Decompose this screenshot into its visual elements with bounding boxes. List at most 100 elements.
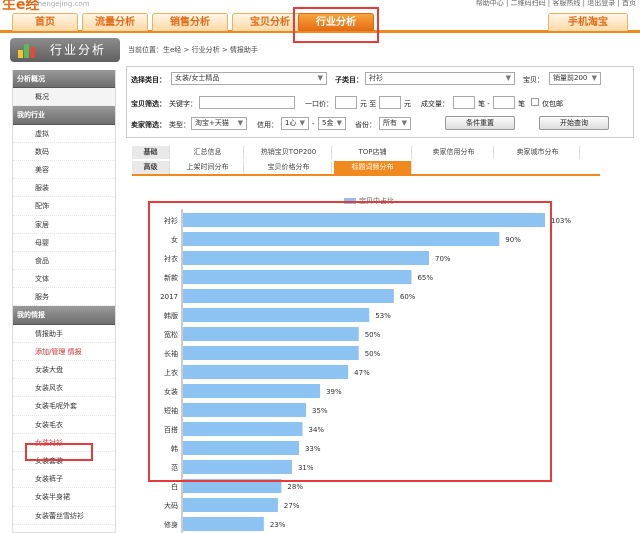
data-label: 31% xyxy=(298,464,314,472)
category-label: 2017 xyxy=(160,293,178,301)
bar[interactable] xyxy=(183,365,349,379)
subtab-basic-header: 基础 xyxy=(132,146,170,159)
sidebar-item-16[interactable]: 女装大盘 xyxy=(13,361,115,380)
subtab-seller-credit[interactable]: 卖家信用分布 xyxy=(414,146,494,159)
bar[interactable] xyxy=(183,213,545,227)
bar[interactable] xyxy=(183,308,370,322)
sidebar-item-9[interactable]: 母婴 xyxy=(13,234,115,252)
chevron-down-icon: ▼ xyxy=(336,119,342,127)
category-label: 女 xyxy=(171,235,178,244)
type-label: 类型： xyxy=(169,121,190,129)
sidebar-item-2[interactable]: 我的行业 xyxy=(13,106,115,125)
credit-from-select[interactable]: 1心 ▼ xyxy=(281,117,309,130)
category-label: 韩版 xyxy=(164,311,178,320)
bar[interactable] xyxy=(183,346,359,360)
bar[interactable] xyxy=(183,289,394,303)
query-button[interactable]: 开始查询 xyxy=(539,116,609,130)
subtab-listing-time[interactable]: 上架时间分布 xyxy=(172,161,244,174)
sidebar-item-10[interactable]: 食品 xyxy=(13,252,115,271)
bar[interactable] xyxy=(183,498,278,512)
bar[interactable] xyxy=(183,441,299,455)
bar-chart-icon xyxy=(18,42,36,58)
tab-traffic-analysis[interactable]: 流量分析 xyxy=(82,13,148,31)
bar[interactable] xyxy=(183,251,430,265)
sidebar-item-23[interactable]: 女装半身裙 xyxy=(13,488,115,507)
subtab-seller-city[interactable]: 卖家城市分布 xyxy=(496,146,580,159)
sidebar-item-17[interactable]: 女装风衣 xyxy=(13,379,115,398)
credit-to-value: 5金 xyxy=(322,119,334,127)
subcategory-select[interactable]: 衬衫 ▼ xyxy=(365,72,515,85)
reset-button[interactable]: 条件重置 xyxy=(445,116,515,130)
subcategory-select-value: 衬衫 xyxy=(369,74,383,82)
data-label: 53% xyxy=(375,312,391,320)
subtab-price-distribution[interactable]: 宝贝价格分布 xyxy=(246,161,332,174)
volume-min-input[interactable] xyxy=(453,96,475,109)
sidebar-item-5[interactable]: 美容 xyxy=(13,161,115,180)
bar[interactable] xyxy=(183,460,292,474)
tab-mobile-taobao[interactable]: 手机淘宝 xyxy=(548,13,628,31)
sidebar-item-6[interactable]: 服装 xyxy=(13,179,115,198)
top-links[interactable]: 帮助中心 | 二维码扫码 | 客服热线 | 退出登录 | 首页 xyxy=(476,0,636,8)
category-select[interactable]: 女装/女士精品 ▼ xyxy=(171,72,327,85)
sidebar-item-20[interactable]: 女装衬衫 xyxy=(13,434,115,452)
sidebar-item-13[interactable]: 我的情报 xyxy=(13,306,115,325)
subtab-summary[interactable]: 汇总信息 xyxy=(172,146,244,159)
tab-sales-analysis[interactable]: 销售分析 xyxy=(152,13,228,31)
sidebar-item-15[interactable]: 添加/管理 情报 xyxy=(13,343,115,361)
sidebar-item-19[interactable]: 女装毛衣 xyxy=(13,416,115,434)
postage-checkbox[interactable] xyxy=(531,98,539,106)
credit-to-select[interactable]: 5金 ▼ xyxy=(318,117,346,130)
main-tab-bar: 首页 流量分析 销售分析 宝贝分析 行业分析 手机淘宝 xyxy=(0,11,640,33)
header: 生e经 shengejing.com 帮助中心 | 二维码扫码 | 客服热线 |… xyxy=(0,0,640,36)
filter-panel: 选择类目： 女装/女士精品 ▼ 子类目： 衬衫 ▼ 宝贝： 销量前200 ▼ 宝贝筛选… xyxy=(126,66,634,138)
data-label: 35% xyxy=(312,407,328,415)
bar[interactable] xyxy=(183,384,321,398)
subtab-top200-items[interactable]: 热销宝贝TOP200 xyxy=(246,146,332,159)
bar[interactable] xyxy=(183,479,282,493)
volume-max-input[interactable] xyxy=(493,96,515,109)
data-label: 33% xyxy=(305,445,321,453)
sidebar-item-14[interactable]: 情报助手 xyxy=(13,325,115,343)
tab-home[interactable]: 首页 xyxy=(12,13,78,31)
sidebar-item-7[interactable]: 配饰 xyxy=(13,197,115,216)
sidebar: 分析概况 概况 我的行业 虚拟 数码 美容 服装 配饰 家居 母婴 食品 文体 服务 我的情报 情报助手 添加… xyxy=(12,70,116,533)
bar[interactable] xyxy=(183,422,303,436)
data-label: 34% xyxy=(308,426,324,434)
bar[interactable] xyxy=(183,327,359,341)
sidebar-item-4[interactable]: 数码 xyxy=(13,143,115,161)
sidebar-item-3[interactable]: 虚拟 xyxy=(13,125,115,143)
bar[interactable] xyxy=(183,403,307,417)
credit-from-value: 1心 xyxy=(285,119,297,127)
bar[interactable] xyxy=(183,232,500,246)
sidebar-item-12[interactable]: 服务 xyxy=(13,288,115,307)
data-label: 47% xyxy=(354,369,370,377)
subtab-title-word-frequency[interactable]: 标题词频分布 xyxy=(334,161,412,174)
sidebar-item-1[interactable]: 概况 xyxy=(13,88,115,107)
price-max-input[interactable] xyxy=(379,96,401,109)
breadcrumb: 当前位置：生e经 > 行业分析 > 情报助手 xyxy=(128,46,258,54)
item-select[interactable]: 销量前200 ▼ xyxy=(549,72,601,85)
sidebar-item-24[interactable]: 女装蕾丝雪纺衫 xyxy=(13,507,115,525)
bar[interactable] xyxy=(183,517,264,531)
keyword-label: 关键字： xyxy=(169,100,197,108)
sidebar-item-18[interactable]: 女装毛呢外套 xyxy=(13,397,115,416)
chevron-down-icon: ▼ xyxy=(505,74,511,82)
category-label: 衬衫 xyxy=(164,216,178,225)
baby-filter-label: 宝贝筛选： xyxy=(131,100,166,108)
sidebar-item-0[interactable]: 分析概况 xyxy=(13,70,115,89)
bar[interactable] xyxy=(183,270,412,284)
data-label: 27% xyxy=(284,502,300,510)
sidebar-item-21[interactable]: 女装套装 xyxy=(13,452,115,471)
type-select[interactable]: 淘宝+天猫 ▼ xyxy=(191,117,247,130)
tab-item-analysis[interactable]: 宝贝分析 xyxy=(232,13,308,31)
keyword-input[interactable] xyxy=(199,96,295,109)
price-min-input[interactable] xyxy=(335,96,357,109)
analysis-subtabs: 基础 汇总信息 热销宝贝TOP200 TOP店铺 卖家信用分布 卖家城市分布 高… xyxy=(132,146,600,176)
subtab-top-shops[interactable]: TOP店铺 xyxy=(334,146,412,159)
sidebar-item-8[interactable]: 家居 xyxy=(13,216,115,234)
tab-industry-analysis[interactable]: 行业分析 xyxy=(298,13,374,31)
sidebar-item-22[interactable]: 女装裤子 xyxy=(13,470,115,489)
chevron-down-icon: ▼ xyxy=(237,119,243,127)
province-select[interactable]: 所有 ▼ xyxy=(379,117,411,130)
sidebar-item-11[interactable]: 文体 xyxy=(13,270,115,289)
